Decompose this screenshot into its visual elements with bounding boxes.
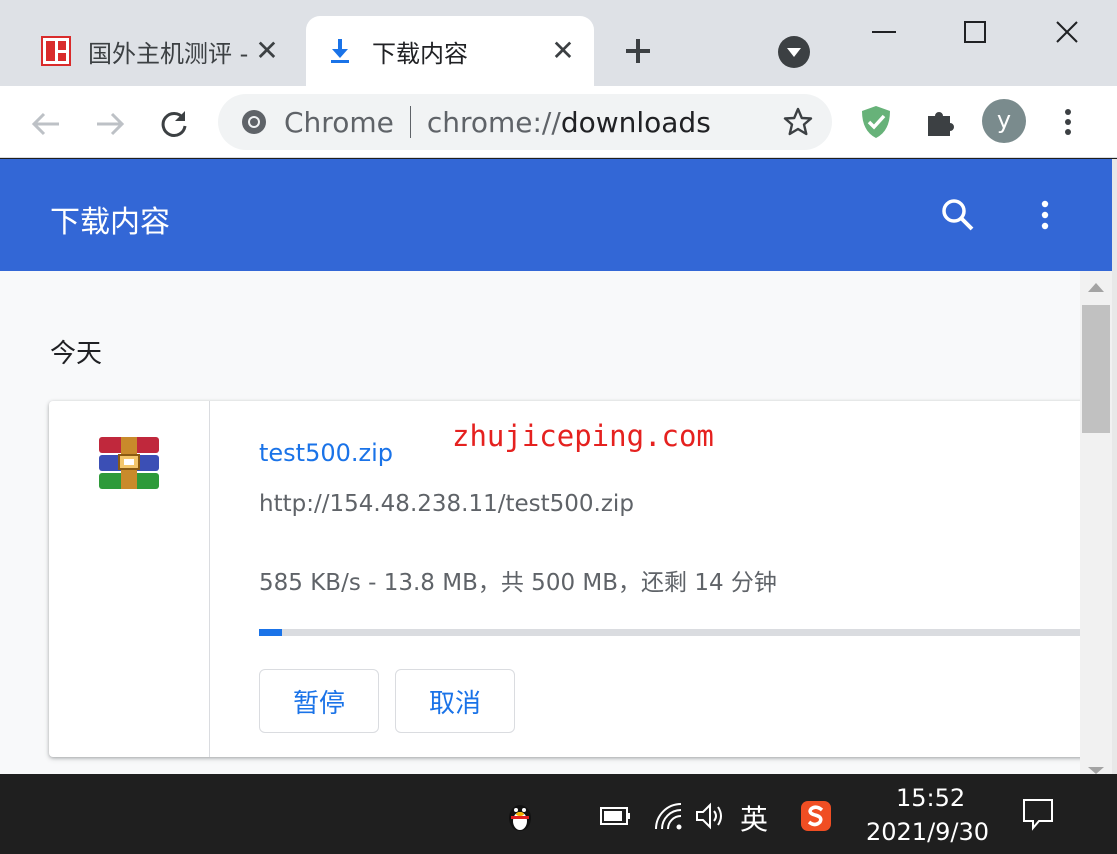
back-button[interactable] xyxy=(26,104,66,144)
browser-menu-button[interactable] xyxy=(1048,102,1088,142)
page-title: 下载内容 xyxy=(50,205,170,240)
tab-close-icon[interactable]: ✕ xyxy=(548,36,578,66)
browser-toolbar: Chrome chrome://downloads y xyxy=(0,86,1117,158)
download-source-url[interactable]: http://154.48.238.11/test500.zip xyxy=(259,491,634,517)
omnibox-url[interactable]: chrome://downloads xyxy=(427,106,711,139)
puzzle-icon xyxy=(928,112,954,136)
file-icon-column xyxy=(49,401,210,757)
reload-button[interactable] xyxy=(154,104,194,144)
more-vert-icon xyxy=(1041,200,1049,230)
new-tab-button[interactable] xyxy=(618,32,658,72)
extensions-button[interactable] xyxy=(920,102,960,142)
tab-close-icon[interactable]: ✕ xyxy=(252,36,282,66)
chrome-logo-icon xyxy=(242,110,266,134)
notification-center-icon[interactable] xyxy=(1020,796,1056,832)
minimize-button[interactable] xyxy=(862,12,906,52)
reload-icon xyxy=(161,111,187,137)
window-border xyxy=(1112,159,1117,774)
wifi-icon[interactable] xyxy=(650,798,686,834)
close-window-button[interactable] xyxy=(1045,12,1089,52)
input-language-indicator[interactable]: 英 xyxy=(740,798,768,838)
scroll-down-arrow-icon[interactable] xyxy=(1088,767,1104,774)
clock-date[interactable]: 2021/9/30 xyxy=(866,818,989,846)
winrar-archive-icon xyxy=(99,437,159,489)
tab-downloads[interactable]: 下载内容 ✕ xyxy=(306,16,594,86)
profile-avatar[interactable]: y xyxy=(982,99,1026,143)
downloads-list: 今天 test500.zip zhujiceping.com http://15… xyxy=(0,271,1080,774)
omnibox-separator xyxy=(409,106,411,138)
downloads-header: 下载内容 xyxy=(0,159,1112,271)
scroll-up-arrow-icon[interactable] xyxy=(1088,283,1104,292)
page-scrollbar[interactable] xyxy=(1080,271,1112,774)
watermark-text: zhujiceping.com xyxy=(452,419,714,453)
adguard-extension-button[interactable] xyxy=(856,102,896,142)
omnibox-chip: Chrome xyxy=(284,105,394,139)
omnibox[interactable]: Chrome chrome://downloads xyxy=(218,94,832,150)
cancel-button[interactable]: 取消 xyxy=(395,669,515,733)
forward-button[interactable] xyxy=(90,104,130,144)
download-progress-fill xyxy=(259,629,282,636)
search-button[interactable] xyxy=(938,195,978,235)
clock-time[interactable]: 15:52 xyxy=(896,784,965,812)
download-icon xyxy=(324,35,356,67)
date-section-label: 今天 xyxy=(50,339,103,369)
more-vert-icon xyxy=(1065,109,1071,135)
download-progress-bar xyxy=(259,629,1080,636)
arrow-right-icon xyxy=(97,112,125,136)
arrow-left-icon xyxy=(31,112,59,136)
shield-check-icon xyxy=(862,106,890,138)
taskbar: 英 15:52 2021/9/30 xyxy=(0,774,1117,854)
search-icon xyxy=(942,199,974,231)
tab-strip: 国外主机测评 - ✕ 下载内容 ✕ xyxy=(0,0,1117,86)
tab-zhujiceping[interactable]: 国外主机测评 - ✕ xyxy=(22,16,298,86)
volume-icon[interactable] xyxy=(692,798,728,834)
download-item-card: test500.zip zhujiceping.com http://154.4… xyxy=(49,401,1080,757)
tab-title: 下载内容 xyxy=(372,39,468,68)
pause-button[interactable]: 暂停 xyxy=(259,669,379,733)
download-status-text: 585 KB/s - 13.8 MB，共 500 MB，还剩 14 分钟 xyxy=(259,570,777,596)
download-file-link[interactable]: test500.zip xyxy=(259,439,393,467)
qq-penguin-icon[interactable] xyxy=(502,798,538,834)
battery-icon[interactable] xyxy=(598,798,634,834)
chevron-down-icon xyxy=(787,48,801,57)
scroll-thumb[interactable] xyxy=(1082,305,1110,433)
site-favicon-icon xyxy=(40,35,72,67)
downloads-menu-button[interactable] xyxy=(1030,195,1060,235)
sogou-input-icon[interactable] xyxy=(798,798,834,834)
maximize-button[interactable] xyxy=(953,12,997,52)
tab-search-button[interactable] xyxy=(778,36,810,68)
bookmark-star-icon[interactable] xyxy=(782,106,814,138)
tab-title: 国外主机测评 - xyxy=(88,39,249,68)
